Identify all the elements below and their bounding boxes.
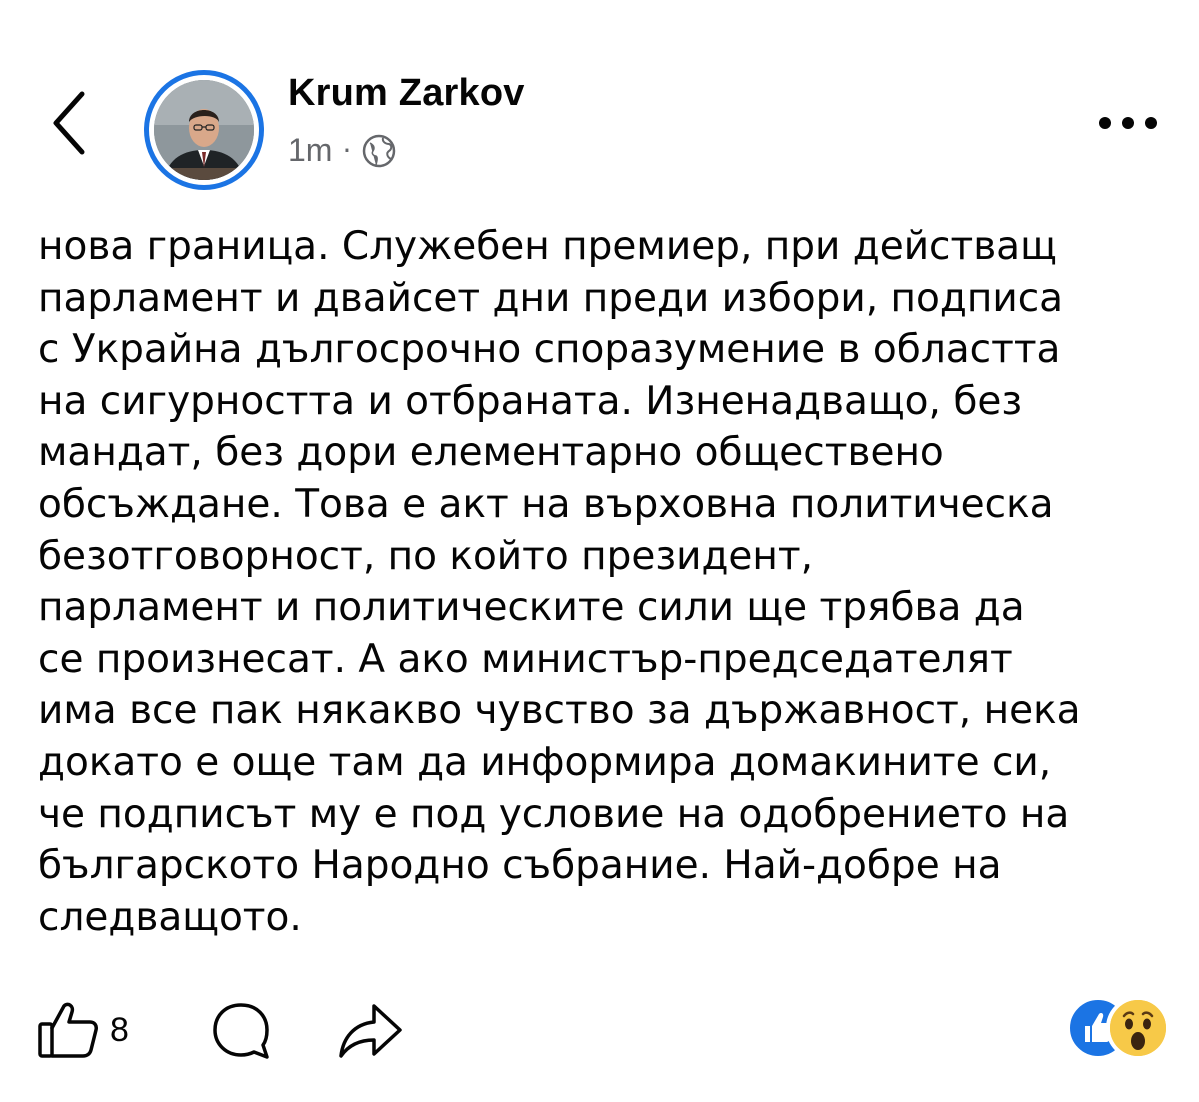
- reactions-summary[interactable]: [1066, 996, 1176, 1060]
- meta-separator: ·: [342, 134, 352, 167]
- like-button[interactable]: 8: [36, 998, 129, 1062]
- share-icon[interactable]: [336, 1000, 406, 1062]
- post-time[interactable]: 1m: [288, 132, 332, 169]
- action-bar: 8: [0, 990, 1199, 1070]
- comment-icon[interactable]: [210, 1000, 272, 1062]
- wow-reaction-icon: [1106, 996, 1170, 1060]
- thumbs-up-icon: [38, 1002, 98, 1058]
- avatar[interactable]: [144, 70, 264, 190]
- more-dots-icon[interactable]: [1096, 108, 1160, 138]
- post-text: нова граница. Служебен премиер, при дейс…: [38, 224, 1081, 940]
- post-meta: 1m ·: [288, 132, 397, 169]
- globe-icon[interactable]: [361, 133, 397, 169]
- author-name[interactable]: Krum Zarkov: [288, 72, 525, 115]
- back-button[interactable]: [44, 88, 100, 158]
- like-count: 8: [110, 1010, 129, 1049]
- chevron-left-icon: [53, 91, 85, 155]
- avatar-image: [154, 80, 254, 180]
